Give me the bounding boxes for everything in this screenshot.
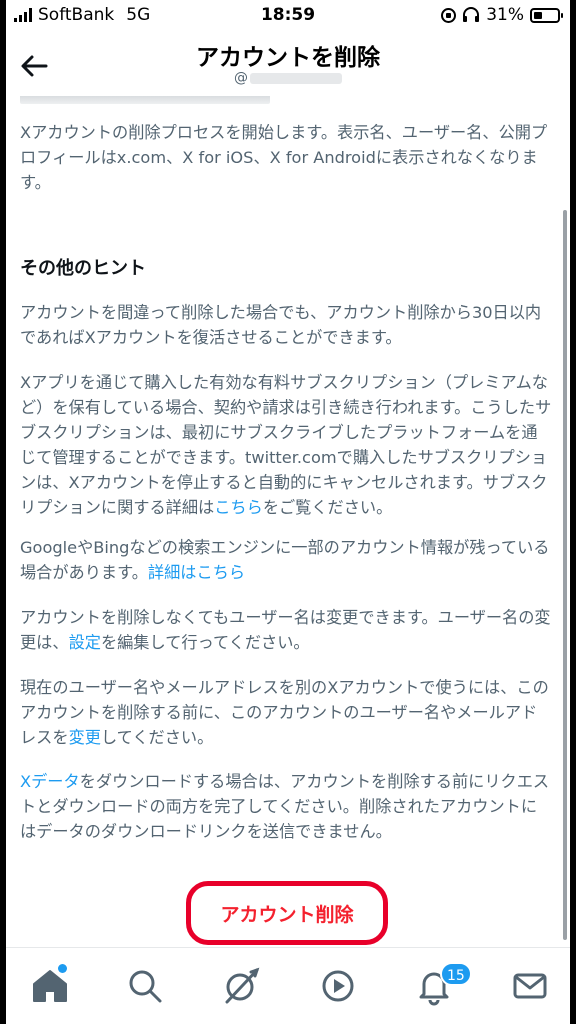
video-icon[interactable] [318,966,358,1006]
data-download-text: をダウンロードする場合は、アカウントを削除する前にリクエストとダウンロードの両方… [20,772,550,841]
subscription-text: Xアプリを通じて購入した有効な有料サブスクリプション（プレミアムなど）を保有して… [20,373,552,517]
search-icon[interactable] [125,966,165,1006]
change-link[interactable]: 変更 [69,728,101,747]
handle-redacted [250,72,342,84]
battery-percent: 31% [486,5,524,25]
data-download-paragraph: Xデータをダウンロードする場合は、アカウントを削除する前にリクエストとダウンロー… [20,769,552,844]
delete-account-label: アカウント削除 [220,903,354,926]
intro-paragraph: Xアカウントの削除プロセスを開始します。表示名、ユーザー名、公開プロフィールはx… [20,123,548,192]
subscription-paragraph: Xアプリを通じて購入した有効な有料サブスクリプション（プレミアムなど）を保有して… [20,370,552,520]
messages-icon[interactable] [510,966,550,1006]
app-screen: SoftBank 5G 18:59 31% アカウントを削除 @ Xアカウントの… [6,0,570,1024]
content-area: Xアカウントの削除プロセスを開始します。表示名、ユーザー名、公開プロフィールはx… [6,96,570,942]
status-bar: SoftBank 5G 18:59 31% [6,0,570,34]
email-tail: してください。 [100,728,214,747]
email-paragraph: 現在のユーザー名やメールアドレスを別のXアカウントで使うには、このアカウントを削… [20,675,552,750]
clipped-previous-heading [20,96,270,104]
subscription-details-link[interactable]: こちら [214,498,263,517]
tips-heading: その他のヒント [20,258,146,279]
rotation-lock-icon [441,7,457,23]
username-paragraph: アカウントを削除しなくてもユーザー名は変更できます。ユーザー名の変更は、設定を編… [20,605,552,655]
bottom-nav-bar: 15 [6,947,570,1024]
scrollbar[interactable] [563,210,567,940]
subscription-tail: をご覧ください。 [262,498,393,517]
notification-count-badge: 15 [440,962,472,986]
restore-paragraph: アカウントを間違って削除した場合でも、アカウント削除から30日以内であればXアカ… [20,303,542,347]
page-header: アカウントを削除 @ [6,34,570,96]
page-title: アカウントを削除 [196,45,380,71]
search-engine-details-link[interactable]: 詳細はこちら [148,563,245,582]
handle-prefix: @ [234,70,248,86]
settings-link[interactable]: 設定 [69,633,101,652]
search-engine-text: GoogleやBingなどの検索エンジンに一部のアカウント情報が残っている場合が… [20,538,550,582]
delete-account-button[interactable]: アカウント削除 [186,881,388,945]
headphones-icon [463,7,480,22]
status-right: 31% [441,5,563,25]
account-handle: @ [6,70,570,86]
grok-icon[interactable] [221,966,261,1006]
battery-icon [530,7,563,23]
username-tail: を編集して行ってください。 [100,633,310,652]
x-data-link[interactable]: Xデータ [20,772,80,791]
search-engine-paragraph: GoogleやBingなどの検索エンジンに一部のアカウント情報が残っている場合が… [20,535,552,585]
home-new-indicator [58,964,67,973]
